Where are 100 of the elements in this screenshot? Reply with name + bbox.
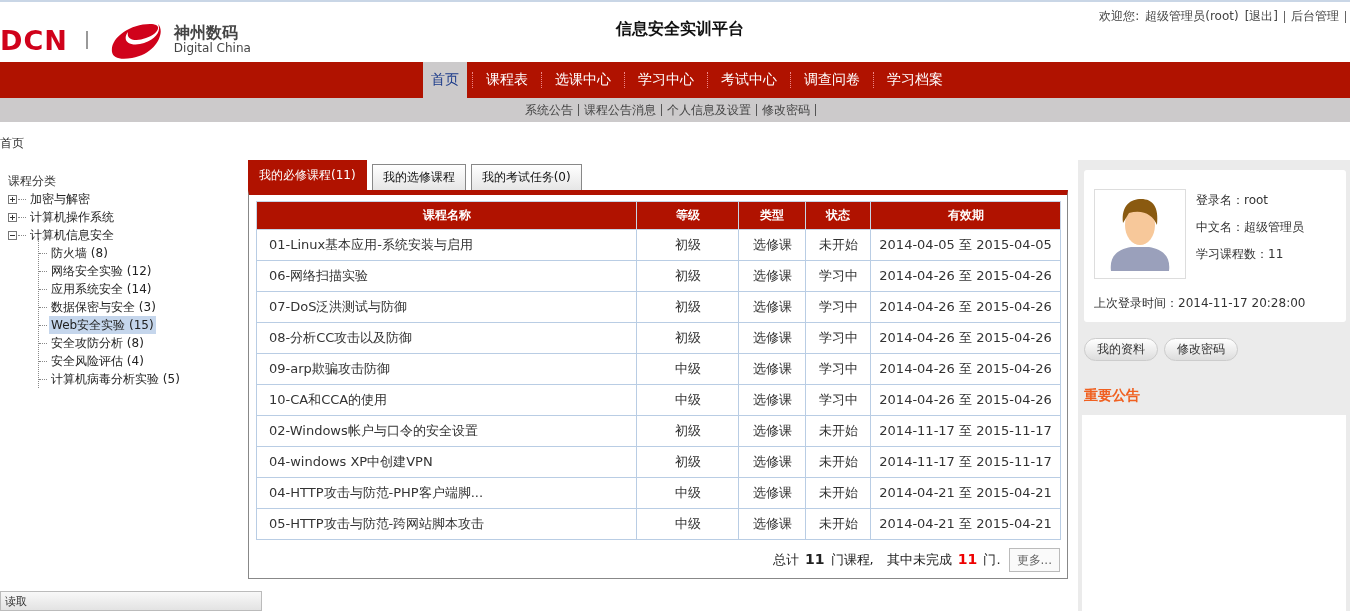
table-cell: 学习中	[805, 260, 871, 292]
table-cell: 初级	[636, 415, 739, 447]
course-name-cell: 08-分析CC攻击以及防御	[256, 322, 637, 354]
table-cell: 2014-04-21 至 2015-04-21	[870, 508, 1061, 540]
subnav-link[interactable]: 系统公告	[524, 101, 573, 119]
table-cell: 选修课	[738, 229, 806, 261]
column-header: 课程名称	[256, 201, 637, 230]
tree-leaf[interactable]: 应用系统安全 (14)	[49, 280, 154, 298]
site-title: 信息安全实训平台	[614, 18, 745, 40]
table-cell: 选修课	[738, 477, 806, 509]
table-cell: 中级	[636, 477, 739, 509]
course-name-cell: 10-CA和CCA的使用	[256, 384, 637, 416]
course-summary: 总计 11 门课程, 其中未完成 11 门.	[772, 551, 1001, 569]
table-cell: 2014-11-17 至 2015-11-17	[870, 446, 1061, 478]
table-cell: 选修课	[738, 291, 806, 323]
table-cell: 学习中	[805, 384, 871, 416]
chinese-name: 中文名：超级管理员	[1196, 219, 1304, 236]
table-cell: 中级	[636, 353, 739, 385]
nav-tab[interactable]: 首页	[423, 62, 467, 98]
table-cell: 中级	[636, 384, 739, 416]
subnav-link[interactable]: 个人信息及设置	[666, 101, 751, 119]
table-cell: 初级	[636, 229, 739, 261]
table-cell: 学习中	[805, 322, 871, 354]
table-cell: 中级	[636, 508, 739, 540]
profile-button[interactable]: 修改密码	[1164, 338, 1238, 361]
admin-link[interactable]: 后台管理	[1291, 8, 1339, 25]
column-header: 状态	[805, 201, 871, 230]
nav-tab[interactable]: 选课中心	[547, 62, 619, 98]
company-name: 神州数码	[173, 25, 238, 43]
table-cell: 2014-04-26 至 2015-04-26	[870, 322, 1061, 354]
table-cell: 初级	[636, 322, 739, 354]
nav-tab[interactable]: 课程表	[478, 62, 536, 98]
logo-text: DCN	[0, 24, 68, 56]
table-cell: 2014-04-05 至 2015-04-05	[870, 229, 1061, 261]
nav-tab[interactable]: 学习中心	[630, 62, 702, 98]
tree-node[interactable]: 计算机操作系统	[28, 208, 116, 226]
course-name-cell: 07-DoS泛洪测试与防御	[256, 291, 637, 323]
course-name-cell: 05-HTTP攻击与防范-跨网站脚本攻击	[256, 508, 637, 540]
tree-node[interactable]: 加密与解密	[28, 190, 92, 208]
course-tab[interactable]: 我的考试任务(0)	[470, 164, 582, 190]
table-cell: 未开始	[805, 477, 871, 509]
course-tab[interactable]: 我的选修课程	[371, 164, 466, 190]
table-cell: 未开始	[805, 508, 871, 540]
last-login-time: 上次登录时间：2014-11-17 20:28:00	[1094, 295, 1307, 312]
tree-leaf[interactable]: Web安全实验 (15)	[49, 316, 156, 334]
course-tab[interactable]: 我的必修课程(11)	[248, 160, 367, 190]
notice-title: 重要公告	[1084, 387, 1141, 405]
course-name-cell: 02-Windows帐户与口令的安全设置	[256, 415, 637, 447]
column-header: 等级	[636, 201, 739, 230]
tree-leaf[interactable]: 防火墙 (8)	[49, 244, 110, 262]
tree-leaf[interactable]: 计算机病毒分析实验 (5)	[49, 370, 182, 388]
table-cell: 初级	[636, 446, 739, 478]
table-cell: 选修课	[738, 446, 806, 478]
expand-icon[interactable]	[8, 194, 17, 204]
table-cell: 选修课	[738, 353, 806, 385]
column-header: 类型	[738, 201, 806, 230]
table-cell: 2014-04-26 至 2015-04-26	[870, 260, 1061, 292]
collapse-icon[interactable]	[8, 230, 17, 240]
logout-link[interactable]: [退出]	[1244, 8, 1278, 25]
company-name-english: Digital China	[173, 42, 251, 55]
nav-tab[interactable]: 学习档案	[879, 62, 951, 98]
course-name-cell: 04-HTTP攻击与防范-PHP客户端脚...	[256, 477, 637, 509]
table-cell: 选修课	[738, 260, 806, 292]
table-cell: 2014-04-26 至 2015-04-26	[870, 353, 1061, 385]
course-name-cell: 01-Linux基本应用-系统安装与启用	[256, 229, 637, 261]
tree-leaf[interactable]: 数据保密与安全 (3)	[49, 298, 158, 316]
tree-leaf[interactable]: 安全风险评估 (4)	[49, 352, 146, 370]
table-cell: 初级	[636, 260, 739, 292]
nav-tab[interactable]: 考试中心	[713, 62, 785, 98]
tree-leaf[interactable]: 安全攻防分析 (8)	[49, 334, 146, 352]
table-cell: 2014-04-26 至 2015-04-26	[870, 384, 1061, 416]
table-cell: 选修课	[738, 508, 806, 540]
table-cell: 选修课	[738, 415, 806, 447]
table-cell: 学习中	[805, 353, 871, 385]
course-name-cell: 09-arp欺骗攻击防御	[256, 353, 637, 385]
subnav-link[interactable]: 课程公告消息	[583, 101, 656, 119]
expand-icon[interactable]	[8, 212, 17, 222]
course-name-cell: 04-windows XP中创建VPN	[256, 446, 637, 478]
login-name: 登录名：root	[1196, 192, 1270, 209]
more-button[interactable]: 更多...	[1008, 548, 1060, 572]
table-cell: 2014-11-17 至 2015-11-17	[870, 415, 1061, 447]
table-cell: 2014-04-26 至 2015-04-26	[870, 291, 1061, 323]
table-cell: 选修课	[738, 384, 806, 416]
course-count: 学习课程数：11	[1196, 246, 1285, 263]
profile-button[interactable]: 我的资料	[1084, 338, 1158, 361]
breadcrumb: 首页	[0, 134, 24, 152]
column-header: 有效期	[870, 201, 1061, 230]
status-text: 读取	[5, 593, 27, 609]
nav-tab[interactable]: 调查问卷	[796, 62, 868, 98]
course-name-cell: 06-网络扫描实验	[256, 260, 637, 292]
table-cell: 学习中	[805, 291, 871, 323]
table-cell: 初级	[636, 291, 739, 323]
user-name: 超级管理员(root)	[1145, 8, 1239, 25]
tree-leaf[interactable]: 网络安全实验 (12)	[49, 262, 154, 280]
table-cell: 选修课	[738, 322, 806, 354]
greeting-text: 欢迎您:	[1099, 8, 1140, 25]
table-cell: 未开始	[805, 446, 871, 478]
table-cell: 未开始	[805, 415, 871, 447]
tree-node[interactable]: 计算机信息安全	[28, 226, 116, 244]
subnav-link[interactable]: 修改密码	[761, 101, 810, 119]
